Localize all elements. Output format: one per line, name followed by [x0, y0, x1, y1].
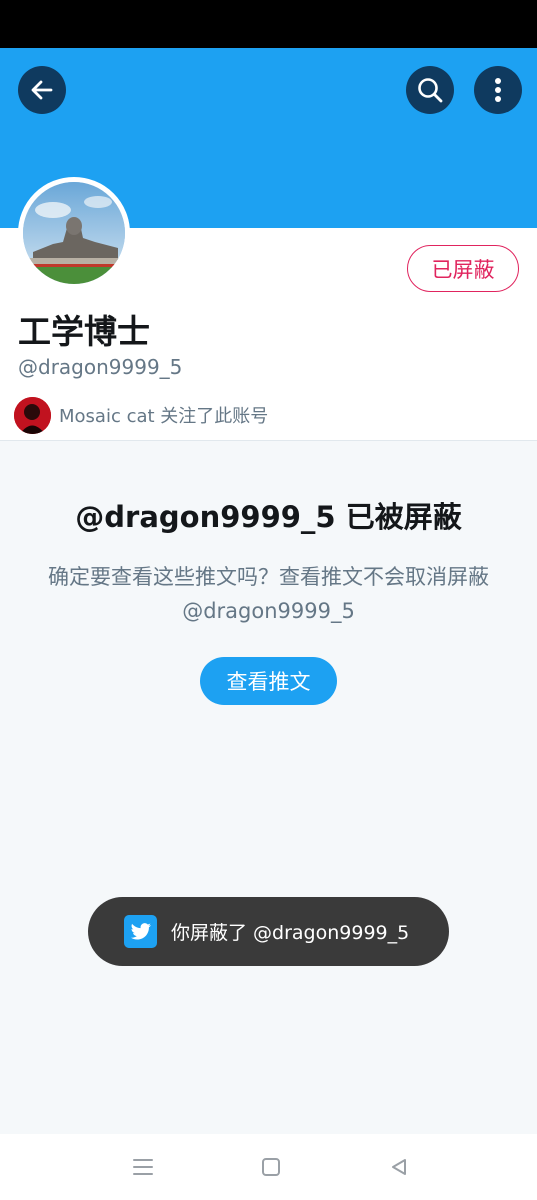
status-bar — [0, 0, 537, 48]
nav-menu-button[interactable] — [130, 1154, 156, 1180]
back-button[interactable] — [18, 66, 66, 114]
twitter-bird-icon — [124, 915, 157, 948]
follower-avatar — [14, 396, 51, 434]
followed-by-text: Mosaic cat 关注了此账号 — [59, 406, 269, 427]
nav-home-button[interactable] — [258, 1154, 284, 1180]
display-name: 工学博士 — [18, 312, 150, 351]
menu-icon — [133, 1159, 153, 1175]
toast-notification: 你屏蔽了 @dragon9999_5 — [88, 897, 449, 966]
nav-back-button[interactable] — [386, 1154, 412, 1180]
back-triangle-icon — [392, 1159, 406, 1175]
search-icon — [418, 78, 443, 103]
more-options-button[interactable] — [474, 66, 522, 114]
followed-by-row[interactable]: Mosaic cat 关注了此账号 — [14, 396, 268, 434]
home-square-icon — [262, 1158, 280, 1176]
toast-text: 你屏蔽了 @dragon9999_5 — [171, 922, 410, 944]
blocked-description: 确定要查看这些推文吗？查看推文不会取消屏蔽 @dragon9999_5 — [48, 565, 489, 623]
user-handle: @dragon9999_5 — [18, 355, 183, 379]
profile-avatar[interactable] — [18, 177, 130, 289]
blocked-status-button[interactable]: 已屏蔽 — [407, 245, 519, 292]
avatar-image — [23, 182, 125, 284]
arrow-left-icon — [31, 80, 53, 100]
blocked-title: @dragon9999_5 已被屏蔽 — [75, 500, 462, 534]
view-tweets-button[interactable]: 查看推文 — [200, 657, 337, 705]
follower-avatar-image — [14, 396, 51, 434]
search-button[interactable] — [406, 66, 454, 114]
more-vertical-icon — [495, 78, 501, 102]
